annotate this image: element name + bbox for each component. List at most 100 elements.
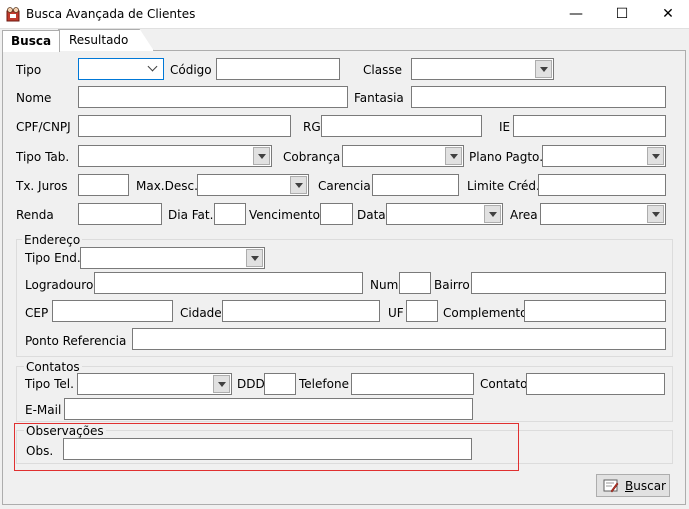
search-icon [603,479,619,493]
chevron-down-icon [647,205,664,223]
contato-label: Contato [480,377,528,391]
logradouro-label: Logradouro [25,278,94,292]
rg-input[interactable] [321,115,482,137]
classe-combo[interactable] [411,58,554,80]
codigo-label: Código [170,63,212,77]
endereco-group-title: Endereço [22,233,83,247]
minimize-button[interactable]: — [553,0,599,28]
cpf-cnpj-input[interactable] [78,115,291,137]
contatos-group-title: Contatos [24,360,82,374]
tab-busca-label: Busca [11,34,52,48]
vencimento-label: Vencimento [249,208,320,222]
area-combo[interactable] [540,203,666,225]
data-label: Data [357,208,386,222]
renda-label: Renda [16,208,54,222]
tx-juros-label: Tx. Juros [16,179,68,193]
tx-juros-input[interactable] [78,174,129,196]
buscar-button-label: Buscar [625,479,666,493]
ponto-referencia-input[interactable] [132,328,666,350]
cobranca-combo[interactable] [342,145,464,167]
chevron-down-icon [246,249,263,267]
email-label: E-Mail [25,403,62,417]
chevron-down-icon [213,375,230,393]
chevron-down-icon [484,205,501,223]
obs-label: Obs. [26,444,54,458]
cep-label: CEP [25,306,49,320]
close-button[interactable]: ✕ [645,0,689,28]
close-icon: ✕ [662,6,674,22]
complemento-label: Complemento [443,306,528,320]
maximize-icon: ☐ [615,6,629,22]
plano-pagto-combo[interactable] [542,145,666,167]
ie-input[interactable] [513,115,666,137]
classe-label: Classe [363,63,402,77]
chevron-down-icon [145,60,162,78]
max-desc-combo[interactable] [197,174,309,196]
bairro-label: Bairro [434,278,470,292]
fantasia-input[interactable] [411,86,666,108]
tipo-combo[interactable] [78,58,164,80]
ponto-referencia-label: Ponto Referencia [25,334,127,348]
chevron-down-icon [445,147,462,165]
max-desc-label: Max.Desc. [136,179,198,193]
telefone-label: Telefone [299,377,349,391]
area-label: Area [510,208,538,222]
vencimento-input[interactable] [320,203,353,225]
observacoes-group-title: Observações [24,424,106,438]
ddd-input[interactable] [264,373,296,395]
nome-label: Nome [16,91,52,105]
ie-label: IE [499,120,511,134]
tipo-end-combo[interactable] [80,247,265,269]
window-title: Busca Avançada de Clientes [26,7,196,21]
dia-fat-input[interactable] [214,203,246,225]
tipo-tel-label: Tipo Tel. [25,377,74,391]
chevron-down-icon [535,60,552,78]
chevron-down-icon [253,147,270,165]
codigo-input[interactable] [216,58,340,80]
bairro-input[interactable] [471,272,666,294]
plano-pagto-label: Plano Pagto. [469,150,544,164]
buscar-label-rest: uscar [633,479,666,493]
maximize-button[interactable]: ☐ [599,0,645,28]
contato-input[interactable] [526,373,665,395]
telefone-input[interactable] [351,373,474,395]
email-input[interactable] [64,398,473,420]
tipo-label: Tipo [16,63,42,77]
carencia-label: Carencia [318,179,371,193]
tipo-end-label: Tipo End. [25,251,81,265]
chevron-down-icon [647,147,664,165]
minimize-icon: — [569,6,583,22]
logradouro-input[interactable] [94,272,363,294]
cidade-input[interactable] [222,300,380,322]
num-label: Num [370,278,399,292]
cep-input[interactable] [52,300,173,322]
nome-input[interactable] [78,86,348,108]
data-combo[interactable] [386,203,503,225]
uf-input[interactable] [406,300,438,322]
carencia-input[interactable] [372,174,459,196]
app-icon [6,7,20,22]
tab-resultado-label: Resultado [69,33,129,47]
cobranca-label: Cobrança [283,150,341,164]
tipo-tab-label: Tipo Tab. [16,150,70,164]
cidade-label: Cidade [180,306,222,320]
ddd-label: DDD [237,377,265,391]
buscar-button[interactable]: Buscar [596,474,670,497]
buscar-mnemonic: B [625,479,634,493]
dia-fat-label: Dia Fat. [168,208,214,222]
tipo-tel-combo[interactable] [77,373,232,395]
chevron-down-icon [290,176,307,194]
obs-input[interactable] [63,438,472,460]
tab-resultado[interactable]: Resultado [58,29,154,51]
tipo-tab-combo[interactable] [78,145,272,167]
limite-cred-input[interactable] [538,174,666,196]
complemento-input[interactable] [524,300,666,322]
rg-label: RG [303,120,321,134]
tab-busca[interactable]: Busca [2,30,60,52]
cpf-cnpj-label: CPF/CNPJ [16,120,71,134]
num-input[interactable] [399,272,431,294]
limite-cred-label: Limite Créd. [467,179,540,193]
uf-label: UF [388,306,404,320]
renda-input[interactable] [78,203,162,225]
fantasia-label: Fantasia [354,91,404,105]
